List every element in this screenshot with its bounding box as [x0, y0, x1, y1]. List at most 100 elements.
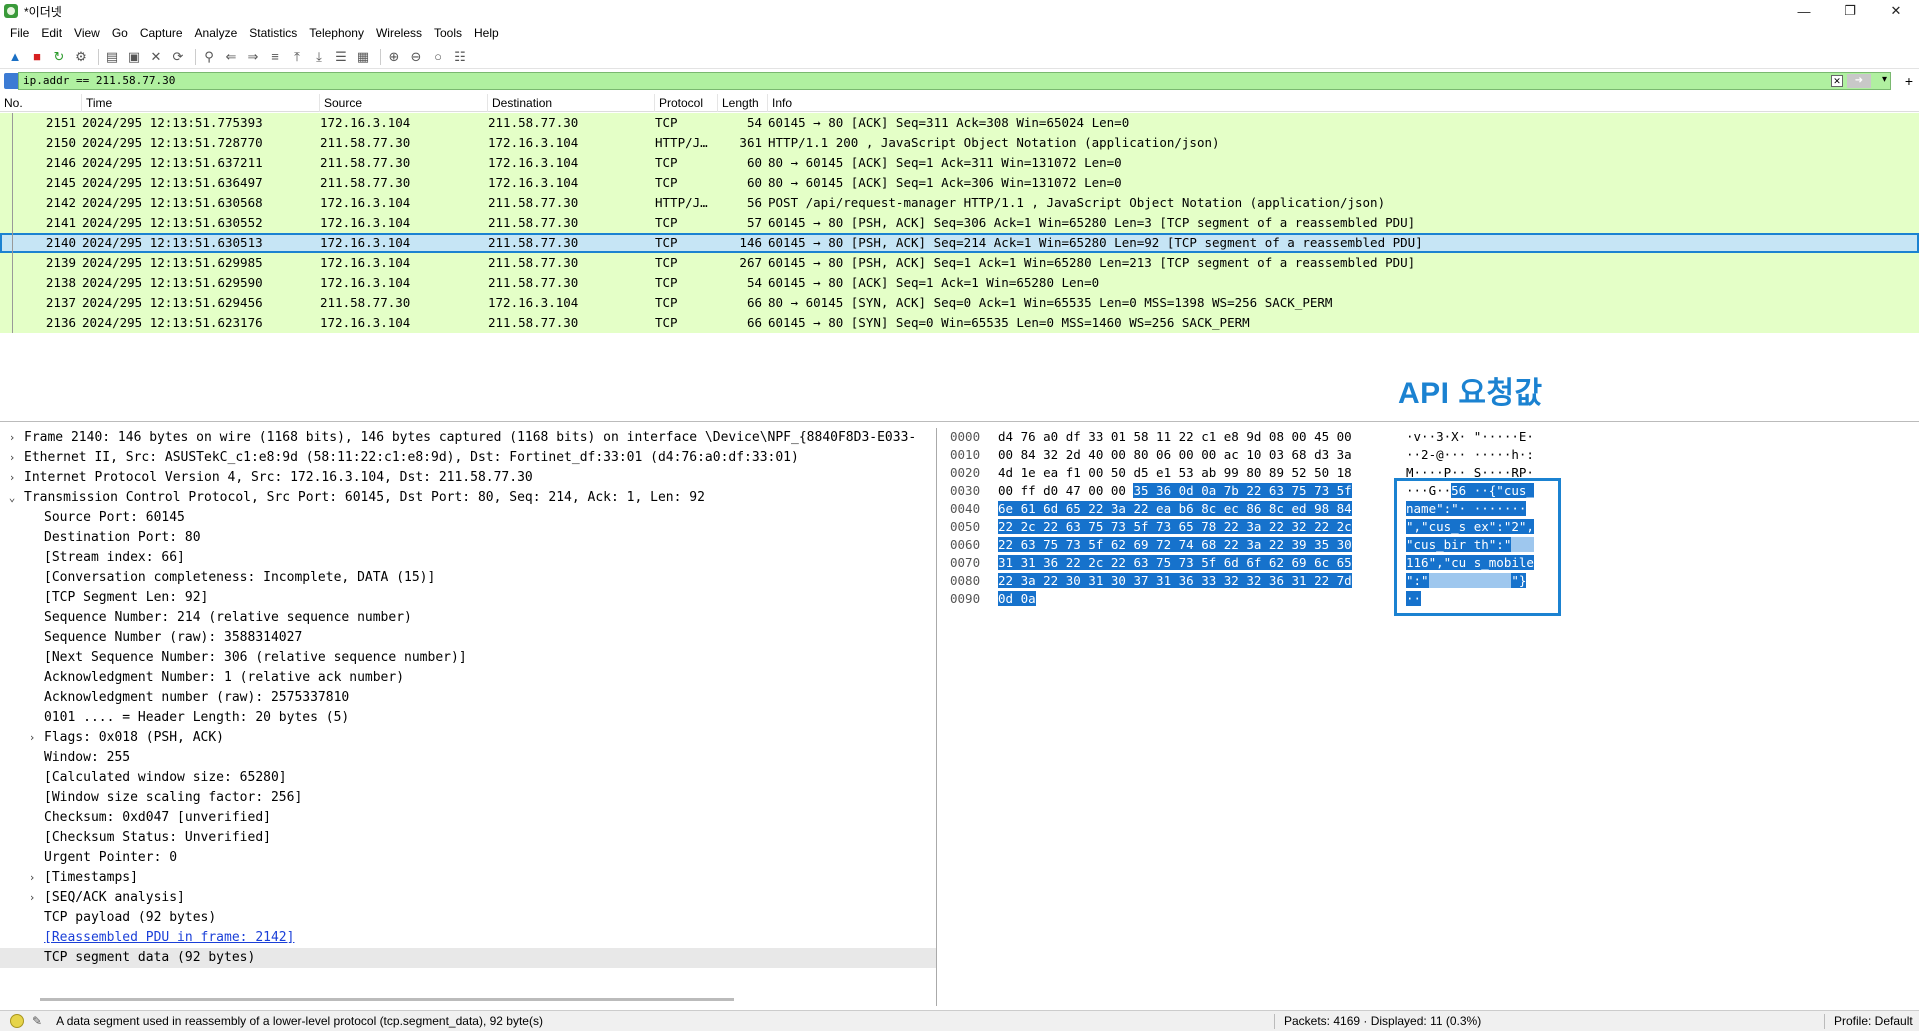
hex-dump-row[interactable]: 0010 00 84 32 2d 40 00 80 06 00 00 ac 10 … — [940, 446, 1919, 464]
column-header-info[interactable]: Info — [768, 94, 1919, 112]
details-tree-item[interactable]: › Frame 2140: 146 bytes on wire (1168 bit… — [0, 428, 936, 448]
profile-status[interactable]: Profile: Default — [1834, 1014, 1913, 1028]
details-tree-item[interactable]: Checksum: 0xd047 [unverified] — [0, 808, 936, 828]
capture-comment-pen-icon[interactable]: ✎ — [32, 1014, 42, 1028]
hex-bytes[interactable]: 22 2c 22 63 75 73 5f 73 65 78 22 3a 22 3… — [998, 518, 1352, 536]
details-tree-item[interactable]: 0101 .... = Header Length: 20 bytes (5) — [0, 708, 936, 728]
details-tree-item[interactable]: › Flags: 0x018 (PSH, ACK) — [0, 728, 936, 748]
close-file-icon[interactable]: ✕ — [147, 48, 165, 66]
details-tree-item[interactable]: Urgent Pointer: 0 — [0, 848, 936, 868]
menu-telephony[interactable]: Telephony — [303, 23, 370, 43]
goto-packet-icon[interactable]: ≡ — [266, 48, 284, 66]
details-tree-item[interactable]: › Internet Protocol Version 4, Src: 172.1… — [0, 468, 936, 488]
resize-columns-icon[interactable]: ☷ — [451, 48, 469, 66]
hex-bytes[interactable]: 00 84 32 2d 40 00 80 06 00 00 ac 10 03 6… — [998, 446, 1352, 464]
collapse-chevron-icon[interactable]: ⌄ — [6, 488, 18, 508]
column-header-length[interactable]: Length — [718, 94, 768, 112]
details-tree-item[interactable]: › [Timestamps] — [0, 868, 936, 888]
column-header-protocol[interactable]: Protocol — [655, 94, 718, 112]
packet-row[interactable]: 2137 2024/295 12:13:51.629456 211.58.77.… — [0, 293, 1919, 313]
menu-help[interactable]: Help — [468, 23, 505, 43]
details-tree-item[interactable]: [Calculated window size: 65280] — [0, 768, 936, 788]
expand-chevron-icon[interactable]: › — [26, 888, 38, 908]
zoom-normal-icon[interactable]: ○ — [429, 48, 447, 66]
details-tree-item[interactable]: Sequence Number (raw): 3588314027 — [0, 628, 936, 648]
menu-go[interactable]: Go — [106, 23, 134, 43]
packet-row[interactable]: 2146 2024/295 12:13:51.637211 211.58.77.… — [0, 153, 1919, 173]
zoom-out-icon[interactable]: ⊖ — [407, 48, 425, 66]
hex-dump-row[interactable]: 0000 d4 76 a0 df 33 01 58 11 22 c1 e8 9d … — [940, 428, 1919, 446]
hex-bytes[interactable]: 31 31 36 22 2c 22 63 75 73 5f 6d 6f 62 6… — [998, 554, 1352, 572]
column-header-destination[interactable]: Destination — [488, 94, 655, 112]
hex-bytes[interactable]: 0d 0a — [998, 590, 1036, 608]
minimize-button[interactable]: — — [1781, 0, 1827, 22]
column-header-no[interactable]: No. — [0, 94, 82, 112]
forward-arrow-icon[interactable]: ⇒ — [244, 48, 262, 66]
details-tree-item[interactable]: › [SEQ/ACK analysis] — [0, 888, 936, 908]
details-tree-item[interactable]: Source Port: 60145 — [0, 508, 936, 528]
details-tree-item[interactable]: [Checksum Status: Unverified] — [0, 828, 936, 848]
last-packet-icon[interactable]: ⤓ — [310, 48, 328, 66]
column-header-source[interactable]: Source — [320, 94, 488, 112]
details-horizontal-scrollbar[interactable] — [40, 998, 734, 1001]
first-packet-icon[interactable]: ⤒ — [288, 48, 306, 66]
packet-row[interactable]: 2145 2024/295 12:13:51.636497 211.58.77.… — [0, 173, 1919, 193]
apply-filter-arrow-icon[interactable]: ➜ — [1847, 74, 1871, 88]
restart-icon[interactable]: ↻ — [50, 48, 68, 66]
find-icon[interactable]: ⚲ — [200, 48, 218, 66]
hex-bytes[interactable]: 00 ff d0 47 00 00 35 36 0d 0a 7b 22 63 7… — [998, 482, 1352, 500]
packet-row-selected[interactable]: 2140 2024/295 12:13:51.630513 172.16.3.1… — [0, 233, 1919, 253]
packet-row[interactable]: 2138 2024/295 12:13:51.629590 172.16.3.1… — [0, 273, 1919, 293]
reload-icon[interactable]: ⟳ — [169, 48, 187, 66]
hex-bytes[interactable]: 22 63 75 73 5f 62 69 72 74 68 22 3a 22 3… — [998, 536, 1352, 554]
hex-bytes[interactable]: 4d 1e ea f1 00 50 d5 e1 53 ab 99 80 89 5… — [998, 464, 1352, 482]
packet-row[interactable]: 2151 2024/295 12:13:51.775393 172.16.3.1… — [0, 113, 1919, 133]
details-tree-item[interactable]: [Window size scaling factor: 256] — [0, 788, 936, 808]
details-tree-item[interactable]: Acknowledgment number (raw): 2575337810 — [0, 688, 936, 708]
packet-row[interactable]: 2142 2024/295 12:13:51.630568 172.16.3.1… — [0, 193, 1919, 213]
expert-info-led-icon[interactable] — [10, 1014, 24, 1028]
shark-fin-icon[interactable]: ▲ — [6, 48, 24, 66]
autoscroll-icon[interactable]: ☰ — [332, 48, 350, 66]
reassembled-pdu-link[interactable]: [Reassembled PDU in frame: 2142] — [44, 930, 294, 945]
back-arrow-icon[interactable]: ⇐ — [222, 48, 240, 66]
details-tree-item[interactable]: Window: 255 — [0, 748, 936, 768]
menu-wireless[interactable]: Wireless — [370, 23, 428, 43]
hex-bytes[interactable]: d4 76 a0 df 33 01 58 11 22 c1 e8 9d 08 0… — [998, 428, 1352, 446]
save-icon[interactable]: ▣ — [125, 48, 143, 66]
menu-edit[interactable]: Edit — [35, 23, 68, 43]
clear-filter-icon[interactable]: ✕ — [1831, 75, 1843, 87]
packet-row[interactable]: 2136 2024/295 12:13:51.623176 172.16.3.1… — [0, 313, 1919, 333]
hex-bytes[interactable]: 6e 61 6d 65 22 3a 22 ea b6 8c ec 86 8c e… — [998, 500, 1352, 518]
details-tree-item[interactable]: › Ethernet II, Src: ASUSTekC_c1:e8:9d (58… — [0, 448, 936, 468]
details-tree-item[interactable]: TCP segment data (92 bytes) — [0, 948, 936, 968]
ascii-bytes[interactable]: ··2-@··· ·····h·: — [1406, 446, 1534, 464]
details-tree-item[interactable]: [Stream index: 66] — [0, 548, 936, 568]
menu-capture[interactable]: Capture — [134, 23, 189, 43]
menu-statistics[interactable]: Statistics — [243, 23, 303, 43]
display-filter-input[interactable]: ip.addr == 211.58.77.30 — [18, 72, 1891, 90]
menu-file[interactable]: File — [4, 23, 35, 43]
menu-analyze[interactable]: Analyze — [189, 23, 244, 43]
expand-chevron-icon[interactable]: › — [6, 468, 18, 488]
colorize-icon[interactable]: ▦ — [354, 48, 372, 66]
hex-bytes[interactable]: 22 3a 22 30 31 30 37 31 36 33 32 32 36 3… — [998, 572, 1352, 590]
expand-chevron-icon[interactable]: › — [6, 428, 18, 448]
filter-history-dropdown-icon[interactable]: ▾ — [1882, 74, 1887, 85]
add-filter-button-icon[interactable]: + — [1905, 72, 1913, 90]
details-tree-item[interactable]: TCP payload (92 bytes) — [0, 908, 936, 928]
details-tree-item[interactable]: Sequence Number: 214 (relative sequence … — [0, 608, 936, 628]
close-button[interactable]: ✕ — [1873, 0, 1919, 22]
details-tree-item[interactable]: Acknowledgment Number: 1 (relative ack n… — [0, 668, 936, 688]
menu-tools[interactable]: Tools — [428, 23, 468, 43]
column-header-time[interactable]: Time — [82, 94, 320, 112]
open-folder-icon[interactable]: ▤ — [103, 48, 121, 66]
details-tree-item[interactable]: [Next Sequence Number: 306 (relative seq… — [0, 648, 936, 668]
details-tree-item[interactable]: Destination Port: 80 — [0, 528, 936, 548]
details-tree-item[interactable]: [Reassembled PDU in frame: 2142] — [0, 928, 936, 948]
expand-chevron-icon[interactable]: › — [26, 728, 38, 748]
stop-icon[interactable]: ■ — [28, 48, 46, 66]
ascii-bytes[interactable]: ·v··3·X· "·····E· — [1406, 428, 1534, 446]
details-tree-item[interactable]: ⌄ Transmission Control Protocol, Src Port… — [0, 488, 936, 508]
expand-chevron-icon[interactable]: › — [26, 868, 38, 888]
